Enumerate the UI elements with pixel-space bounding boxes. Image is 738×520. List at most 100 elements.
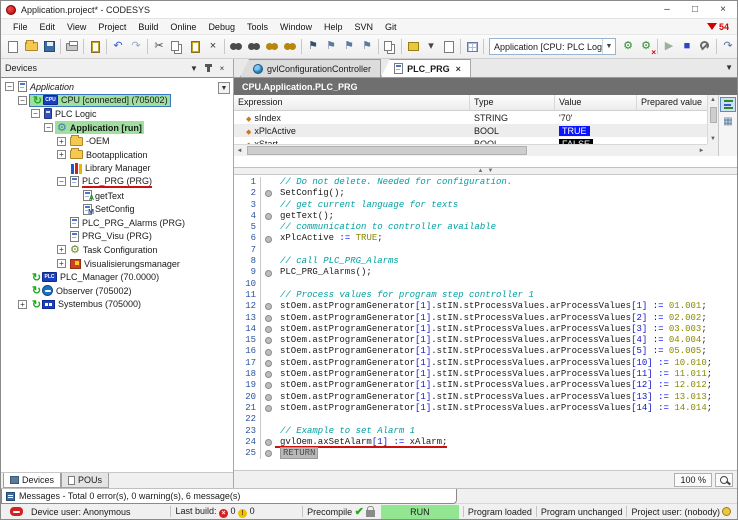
panel-menu-icon[interactable]: ▼	[187, 61, 201, 75]
menu-view[interactable]: View	[61, 21, 92, 33]
export-icon[interactable]	[381, 37, 399, 56]
redo-icon[interactable]: ↷	[127, 37, 145, 56]
clean-icon[interactable]	[440, 37, 458, 56]
tree-item-cpu-connected-705002[interactable]: −↻CPUCPU [connected] (705002)	[1, 94, 233, 108]
column-header-expression[interactable]: Expression	[234, 95, 470, 110]
menu-window[interactable]: Window	[274, 21, 318, 33]
build-dropdown-icon[interactable]: ▾	[422, 37, 440, 56]
tree-item-plc-logic[interactable]: −PLC Logic	[1, 107, 233, 121]
tree-item-plc-prg-alarms-prg[interactable]: PLC_PRG_Alarms (PRG)	[1, 216, 233, 230]
close-button[interactable]: ×	[709, 1, 737, 18]
breakpoint-gutter[interactable]	[261, 346, 275, 357]
declaration-view-button[interactable]	[720, 97, 736, 112]
breakpoint-gutter[interactable]	[261, 211, 275, 222]
breakpoint-gutter[interactable]	[261, 448, 275, 459]
tab-list-dropdown-icon[interactable]: ▼	[725, 63, 733, 72]
tree-expander-icon[interactable]: +	[57, 137, 66, 146]
tree-expander-icon[interactable]: +	[18, 300, 27, 309]
breakpoint-gutter[interactable]	[261, 403, 275, 414]
tab-devices[interactable]: Devices	[3, 473, 61, 488]
tree-item-gettext[interactable]: AgetText	[1, 189, 233, 203]
step-over-icon[interactable]: ↷	[719, 37, 737, 56]
bookmark-next-icon[interactable]: ⚑	[322, 37, 340, 56]
paste-icon[interactable]	[186, 37, 204, 56]
tree-item-oem[interactable]: +-OEM	[1, 134, 233, 148]
menu-git[interactable]: Git	[379, 21, 403, 33]
scroll-up-icon[interactable]: ▲	[708, 95, 718, 105]
breakpoint-gutter[interactable]	[261, 200, 275, 211]
editor-tab-gvlconfigurationcontroller[interactable]: gvlConfigurationController	[240, 59, 381, 77]
tree-item-application-run[interactable]: −⚙Application [run]	[1, 121, 233, 135]
column-header-type[interactable]: Type	[470, 95, 555, 110]
scrollbar-thumb[interactable]	[247, 146, 527, 155]
library-update-icon[interactable]	[463, 37, 481, 56]
bookmark-clear-icon[interactable]: ⚑	[358, 37, 376, 56]
bookmark-toggle-icon[interactable]: ⚑	[304, 37, 322, 56]
delete-icon[interactable]: ×	[204, 37, 222, 56]
breakpoint-gutter[interactable]	[261, 245, 275, 256]
watch-vertical-scrollbar[interactable]: ▲ ▼	[707, 95, 718, 144]
menu-online[interactable]: Online	[164, 21, 202, 33]
open-file-icon[interactable]	[22, 37, 40, 56]
breakpoint-gutter[interactable]	[261, 426, 275, 437]
panel-close-icon[interactable]: ×	[215, 61, 229, 75]
menu-edit[interactable]: Edit	[34, 21, 62, 33]
menu-help[interactable]: Help	[318, 21, 349, 33]
tree-expander-icon[interactable]: −	[5, 82, 14, 91]
stop-icon[interactable]: ■	[678, 37, 696, 56]
undo-icon[interactable]: ↶	[109, 37, 127, 56]
active-application-combobox[interactable]: Application [CPU: PLC Logic] ▼	[489, 38, 616, 55]
breakpoint-gutter[interactable]	[261, 188, 275, 199]
zoom-tool-icon[interactable]	[715, 473, 733, 487]
tree-expander-icon[interactable]: −	[31, 109, 40, 118]
editor-tab-plc_prg[interactable]: PLC_PRG×	[381, 59, 471, 77]
login-icon[interactable]: ⚙	[619, 37, 637, 56]
copy-icon[interactable]	[168, 37, 186, 56]
breakpoint-gutter[interactable]	[261, 267, 275, 278]
breakpoint-gutter[interactable]	[261, 233, 275, 244]
tree-item-library-manager[interactable]: Library Manager	[1, 162, 233, 176]
scrollbar-thumb[interactable]	[710, 107, 717, 123]
tree-item-setconfig[interactable]: MSetConfig	[1, 202, 233, 216]
breakpoint-gutter[interactable]	[261, 290, 275, 301]
save-icon[interactable]	[40, 37, 58, 56]
breakpoint-gutter[interactable]	[261, 358, 275, 369]
column-header-value[interactable]: Value	[555, 95, 637, 110]
tree-device-dropdown-icon[interactable]: ▼	[218, 82, 230, 94]
tab-close-icon[interactable]: ×	[456, 64, 461, 74]
breakpoint-gutter[interactable]	[261, 301, 275, 312]
tree-item-plc-prg-prg[interactable]: −PLC_PRG (PRG)	[1, 175, 233, 189]
breakpoint-gutter[interactable]	[261, 324, 275, 335]
cut-icon[interactable]: ✂	[150, 37, 168, 56]
menu-debug[interactable]: Debug	[202, 21, 241, 33]
breakpoint-gutter[interactable]	[261, 335, 275, 346]
pin-icon[interactable]	[201, 61, 215, 75]
maximize-button[interactable]: □	[681, 1, 709, 18]
start-icon[interactable]: ▶	[660, 37, 678, 56]
notification-flag[interactable]: 54	[707, 22, 737, 32]
paste-project-icon[interactable]	[86, 37, 104, 56]
breakpoint-gutter[interactable]	[261, 279, 275, 290]
tree-item-application[interactable]: −Application▼	[1, 80, 233, 94]
logout-icon[interactable]: ⚙	[637, 37, 655, 56]
table-row[interactable]: ◆xPlcActiveBOOLTRUE	[234, 124, 707, 137]
table-row[interactable]: ◆xStartBOOLFALSE	[234, 137, 707, 144]
tree-item-bootapplication[interactable]: +Bootapplication	[1, 148, 233, 162]
tree-expander-icon[interactable]: +	[57, 245, 66, 254]
breakpoint-gutter[interactable]	[261, 256, 275, 267]
tree-item-systembus-705000[interactable]: +↻Systembus (705000)	[1, 298, 233, 312]
column-header-prepared-value[interactable]: Prepared value	[637, 95, 707, 110]
tab-pous[interactable]: POUs	[61, 473, 109, 488]
splitter-down-icon[interactable]: ▼	[488, 168, 494, 174]
watch-horizontal-scrollbar[interactable]: ◄ ►	[234, 144, 707, 156]
breakpoint-gutter[interactable]	[261, 222, 275, 233]
breakpoint-gutter[interactable]	[261, 392, 275, 403]
tree-expander-icon[interactable]: −	[57, 177, 66, 186]
editor-splitter[interactable]: ▲ ▼	[234, 168, 737, 175]
messages-tab[interactable]: Messages - Total 0 error(s), 0 warning(s…	[1, 489, 457, 504]
replace-in-project-icon[interactable]	[281, 37, 299, 56]
breakpoint-tool-icon[interactable]	[696, 37, 714, 56]
value-cell[interactable]: '70'	[555, 113, 637, 123]
breakpoint-gutter[interactable]	[261, 380, 275, 391]
minimize-button[interactable]: –	[653, 1, 681, 18]
